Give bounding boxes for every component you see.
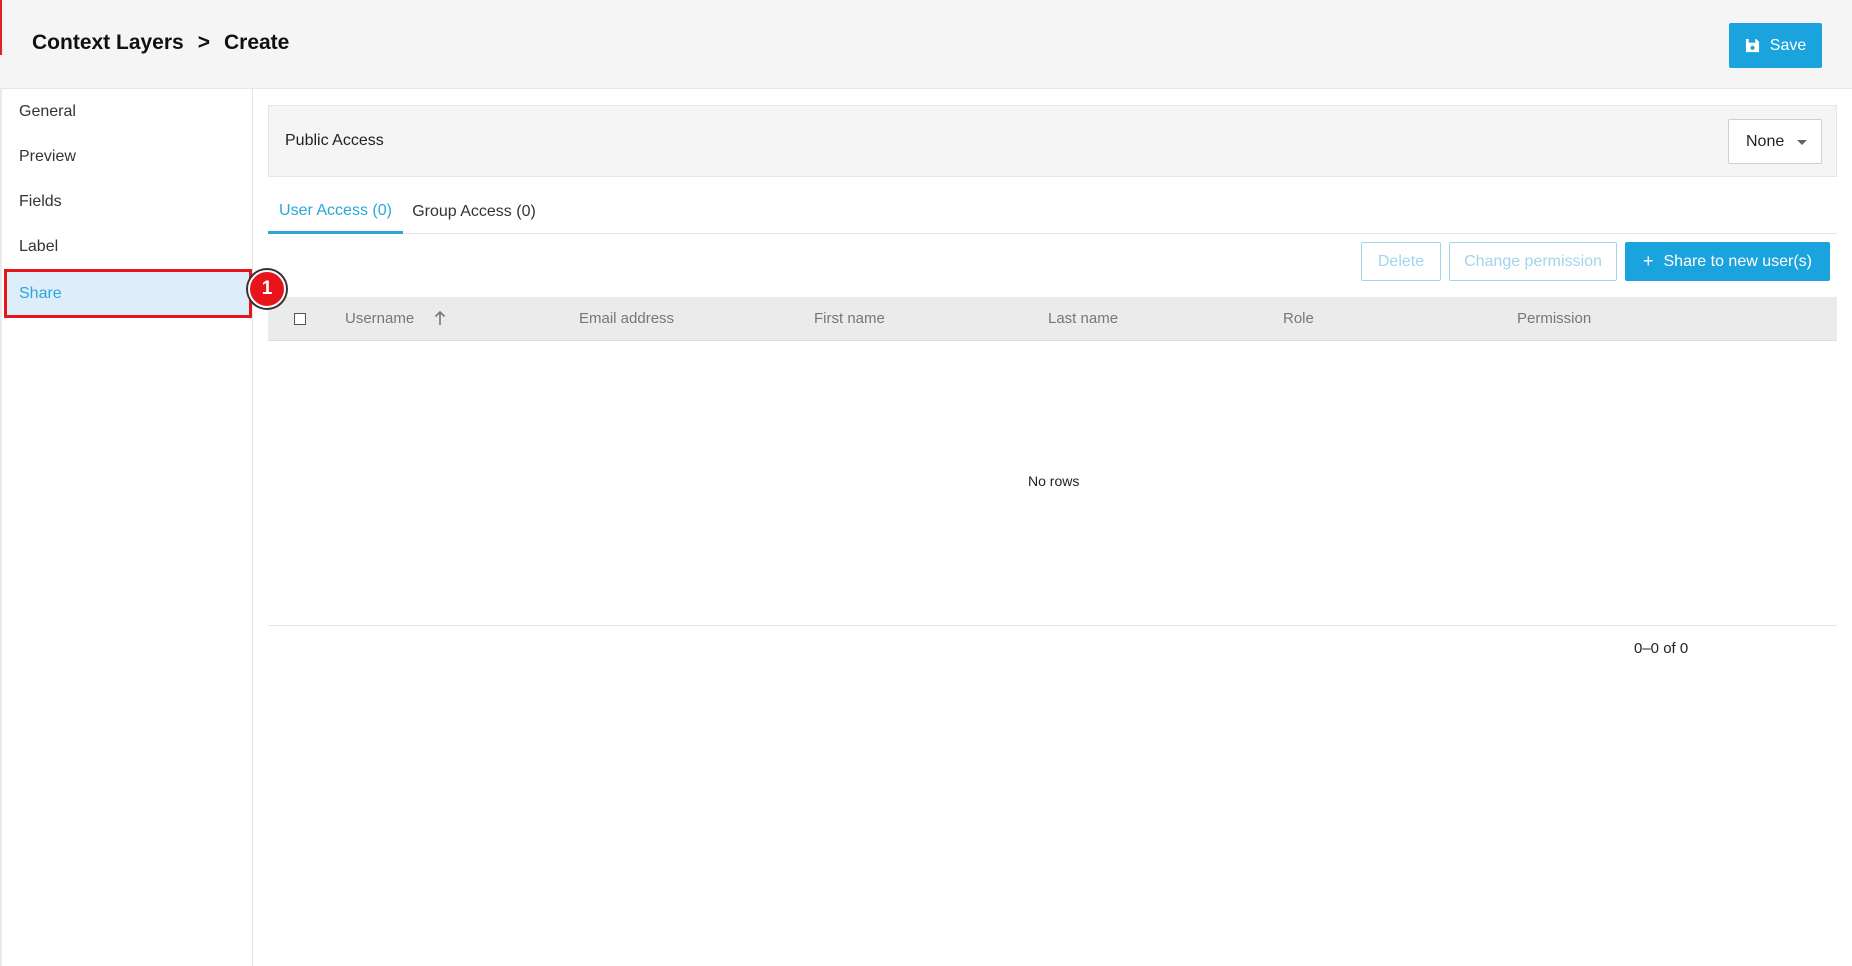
public-access-selected-value: None <box>1746 132 1785 150</box>
sidebar-item-label: Share <box>19 284 62 302</box>
public-access-select[interactable]: None <box>1728 119 1822 164</box>
breadcrumb-root[interactable]: Context Layers <box>32 31 184 55</box>
sidebar-item-label[interactable]: Label <box>4 224 252 269</box>
breadcrumb: Context Layers > Create <box>32 31 289 55</box>
caret-down-icon <box>1797 140 1807 145</box>
plus-icon: + <box>1642 251 1654 271</box>
page: Context Layers > Create Save General Pre… <box>0 0 1852 966</box>
sidebar-item-label: Label <box>19 237 59 255</box>
column-header-email[interactable]: Email address <box>579 310 674 327</box>
sidebar-item-general[interactable]: General <box>4 89 252 134</box>
save-button-label: Save <box>1769 36 1807 54</box>
sidebar-item-label: General <box>19 102 76 120</box>
pagination-range: 0–0 of 0 <box>1634 640 1689 657</box>
tab-user-access[interactable]: User Access (0) <box>268 190 403 234</box>
column-header-first-name[interactable]: First name <box>814 310 885 327</box>
column-header-username[interactable]: Username <box>345 310 414 327</box>
save-button[interactable]: Save <box>1729 23 1822 68</box>
change-permission-button[interactable]: Change permission <box>1449 242 1617 281</box>
table-footer-divider <box>268 625 1837 626</box>
public-access-panel: Public Access None <box>268 105 1837 177</box>
column-header-permission[interactable]: Permission <box>1517 310 1591 327</box>
tab-group-access[interactable]: Group Access (0) <box>409 190 539 234</box>
annotation-badge: 1 <box>248 270 286 308</box>
share-button-label: Share to new user(s) <box>1663 252 1813 270</box>
access-tabs: User Access (0) Group Access (0) <box>268 190 1837 234</box>
header-accent-stripe <box>0 0 2 55</box>
select-all-checkbox[interactable] <box>294 313 306 325</box>
sort-ascending-icon[interactable] <box>433 309 447 327</box>
table-header: Username Email address First name Last n… <box>268 297 1837 341</box>
column-header-last-name[interactable]: Last name <box>1048 310 1118 327</box>
share-to-new-users-button[interactable]: + Share to new user(s) <box>1625 242 1830 281</box>
column-header-role[interactable]: Role <box>1283 310 1314 327</box>
floppy-disk-icon <box>1745 38 1759 53</box>
sidebar-item-label: Fields <box>19 192 62 210</box>
sidebar: General Preview Fields Label Share <box>0 89 253 966</box>
breadcrumb-current: Create <box>223 31 290 54</box>
header-bar: Context Layers > Create Save <box>0 0 1852 89</box>
sidebar-item-label: Preview <box>19 147 76 165</box>
breadcrumb-separator: > <box>197 31 210 54</box>
sidebar-item-fields[interactable]: Fields <box>4 179 252 224</box>
empty-table-message: No rows <box>1028 473 1080 489</box>
sidebar-item-preview[interactable]: Preview <box>4 134 252 179</box>
sidebar-item-share[interactable]: Share <box>4 269 252 318</box>
public-access-label: Public Access <box>285 132 384 149</box>
delete-button[interactable]: Delete <box>1361 242 1441 281</box>
